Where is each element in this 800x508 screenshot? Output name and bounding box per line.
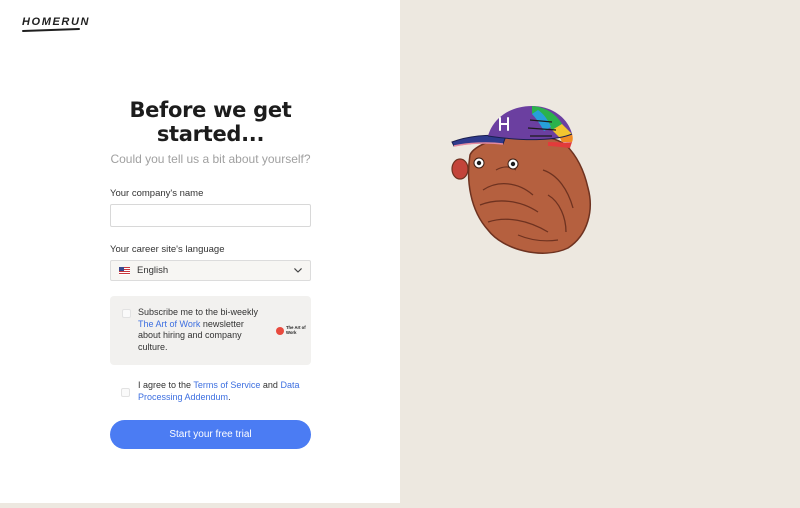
language-select[interactable]: English — [110, 260, 311, 281]
art-of-work-logo-dot — [276, 327, 284, 335]
homerun-logo[interactable]: HOMERUN — [21, 16, 91, 33]
chevron-down-icon — [294, 267, 302, 275]
newsletter-checkbox[interactable] — [122, 309, 131, 318]
newsletter-optin-card: Subscribe me to the bi-weekly The Art of… — [110, 296, 311, 365]
page-title: Before we get started... — [129, 98, 292, 146]
bottom-strip — [0, 503, 400, 508]
language-value: English — [137, 265, 169, 276]
company-name-input[interactable] — [110, 204, 311, 227]
page-subtitle: Could you tell us a bit about yourself? — [110, 152, 311, 166]
terms-text-before: I agree to the — [138, 380, 194, 390]
signup-panel: HOMERUN Before we get started... Could y… — [0, 0, 400, 508]
language-label: Your career site's language — [110, 244, 225, 255]
terms-text: I agree to the Terms of Service and Data… — [138, 380, 308, 403]
newsletter-text-before: Subscribe me to the bi-weekly — [138, 307, 259, 317]
terms-text-middle: and — [260, 380, 281, 390]
art-of-work-logo: The Art of Work — [276, 325, 306, 336]
company-name-label: Your company's name — [110, 188, 204, 199]
dog-with-rainbow-cap-illustration — [451, 106, 591, 254]
logo-underline — [21, 27, 81, 33]
art-of-work-logo-text: The Art of Work — [286, 325, 306, 335]
terms-text-end: . — [228, 391, 231, 402]
terms-checkbox[interactable] — [121, 388, 130, 397]
us-flag-icon — [119, 266, 130, 275]
newsletter-text: Subscribe me to the bi-weekly The Art of… — [138, 307, 268, 353]
terms-of-service-link[interactable]: Terms of Service — [193, 380, 260, 390]
start-free-trial-button[interactable]: Start your free trial — [110, 420, 311, 449]
art-of-work-link[interactable]: The Art of Work — [138, 319, 200, 329]
logo-text: HOMERUN — [22, 16, 91, 28]
